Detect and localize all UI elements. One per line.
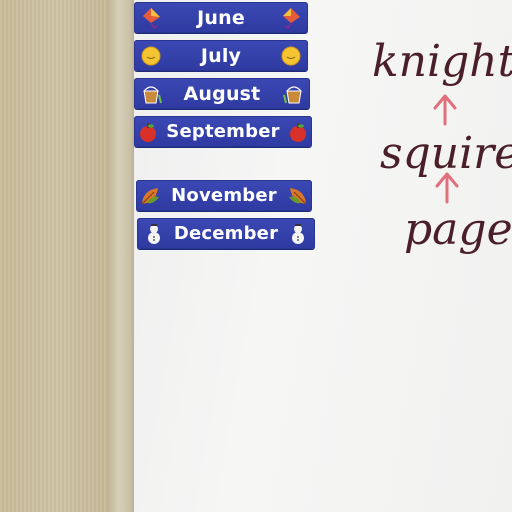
wall: [0, 0, 118, 512]
month-label: September: [166, 121, 280, 142]
sun-icon: [281, 46, 301, 65]
month-card-june: June: [134, 2, 308, 33]
month-label: July: [200, 44, 242, 67]
snowman-icon: [148, 223, 160, 244]
leaf-icon: [141, 187, 159, 204]
month-card-december: December: [137, 218, 315, 249]
snowman-icon: [292, 223, 304, 244]
month-card-august: August: [134, 78, 310, 109]
kite-icon: [283, 7, 300, 29]
month-label: June: [197, 6, 245, 29]
up-arrow-icon: [433, 94, 457, 126]
month-card-july: July: [134, 40, 308, 71]
month-card-september: September: [134, 116, 312, 147]
month-label: November: [171, 185, 277, 206]
sun-icon: [141, 46, 161, 65]
month-card-november: November: [136, 180, 312, 211]
month-label: December: [173, 223, 279, 244]
apple-icon: [140, 122, 156, 142]
apple-icon: [290, 122, 306, 142]
word-knight: knight: [372, 36, 512, 87]
word-page: page: [404, 204, 512, 255]
up-arrow-icon: [435, 172, 459, 204]
beach-bucket-icon: [143, 85, 162, 103]
leaf-icon: [289, 187, 307, 204]
beach-bucket-icon: [283, 85, 302, 103]
month-label: August: [183, 82, 261, 105]
kite-icon: [143, 7, 160, 29]
